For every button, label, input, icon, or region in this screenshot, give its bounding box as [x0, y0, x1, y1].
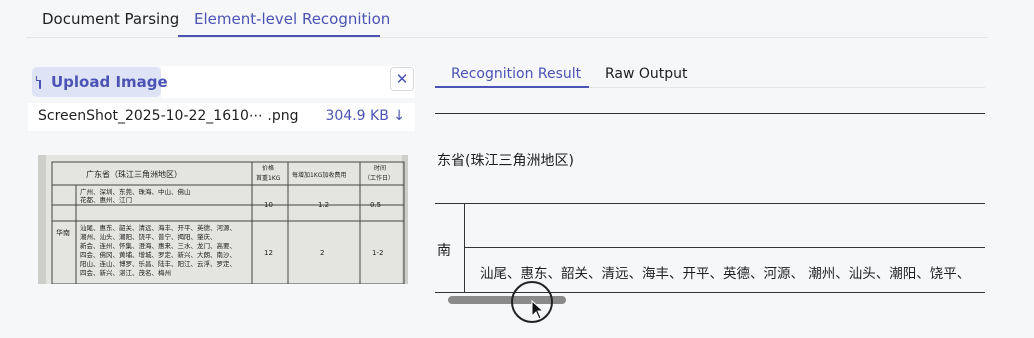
thumb-row2-cities-3: 新会、连州、怀集、澄海、惠来、三水、龙门、高要、 — [80, 241, 236, 250]
file-icon — [36, 75, 41, 89]
thumb-row1-extra: 1.2 — [318, 201, 329, 209]
tab-raw-output[interactable]: Raw Output — [605, 66, 688, 82]
upload-field — [161, 66, 415, 98]
thumb-row2-cities-2: 潮州、汕头、潮阳、饶平、普宁、揭阳、肇庆、 — [80, 232, 217, 241]
thumb-row1-first: 10 — [264, 201, 273, 209]
thumb-row2-time: 1-2 — [372, 249, 383, 257]
table-line — [435, 113, 985, 114]
thumb-row2-cities-6: 四会、新兴、湛江、茂名、梅州 — [80, 268, 171, 277]
result-row-label: 南 — [437, 243, 451, 259]
thumb-row2-cities-5: 阳山、连山、博罗、乐昌、陆丰、阳江、云浮、罗定、 — [80, 259, 236, 268]
file-size-download-link[interactable]: 304.9 KB ↓ — [326, 108, 406, 124]
thumb-row1-cities-a: 广州、深圳、东莞、珠海、中山、佛山 — [80, 187, 191, 196]
table-line — [435, 203, 985, 204]
result-cities-text: 汕尾、惠东、韶关、清远、海丰、开平、英德、河源、 潮州、汕头、潮阳、饶平、 — [480, 266, 971, 282]
upload-image-label: Upload Image — [51, 73, 168, 91]
thumb-col-time: 时间 — [374, 164, 386, 172]
thumb-col-price: 价格 — [262, 164, 274, 172]
mouse-cursor-icon — [531, 300, 545, 320]
tab-recognition-result[interactable]: Recognition Result — [451, 66, 581, 82]
close-icon[interactable]: ✕ — [390, 67, 414, 91]
thumb-header-region: 广东省（珠江三角洲地区） — [86, 169, 182, 179]
active-result-tab-indicator — [435, 86, 589, 88]
file-name: ScreenShot_2025-10-22_1610⋯ .png — [38, 108, 299, 124]
thumb-row2-extra: 2 — [320, 249, 324, 257]
result-tab-bar: Recognition Result Raw Output — [435, 58, 985, 88]
thumb-col-first-kg: 首重1KG — [256, 174, 281, 182]
thumb-row1-time: 0.5 — [370, 201, 381, 209]
upload-image-button[interactable]: Upload Image — [32, 67, 168, 97]
result-region-text: 东省(珠江三角洲地区) — [437, 153, 574, 169]
uploaded-image-preview: 广东省（珠江三角洲地区） 价格 首重1KG 每增加1KG加收费用 时间 （工作日… — [38, 155, 408, 284]
table-column-divider — [464, 203, 465, 293]
thumb-row2-cities-1: 汕尾、惠东、韶关、清远、海丰、开平、英德、河源、 — [80, 223, 236, 232]
tab-document-parsing[interactable]: Document Parsing — [42, 10, 179, 28]
table-line — [464, 247, 985, 248]
top-tab-bar: Document Parsing Element-level Recogniti… — [26, 0, 988, 38]
thumb-col-extra: 每增加1KG加收费用 — [292, 171, 346, 179]
thumb-row2-first: 12 — [264, 249, 273, 257]
active-tab-indicator — [178, 35, 380, 37]
thumb-row1-cities-b: 花都、惠州、江门 — [80, 195, 132, 204]
uploaded-file-row: ScreenShot_2025-10-22_1610⋯ .png 304.9 K… — [28, 103, 415, 131]
thumb-col-time-sub: （工作日） — [364, 174, 394, 182]
thumb-row2-cities-4: 四会、佛冈、黄埔、增城、罗定、新兴、大朗、南沙、 — [80, 250, 236, 259]
thumb-row-label: 华南 — [56, 228, 70, 237]
tab-element-level-recognition[interactable]: Element-level Recognition — [194, 10, 390, 28]
